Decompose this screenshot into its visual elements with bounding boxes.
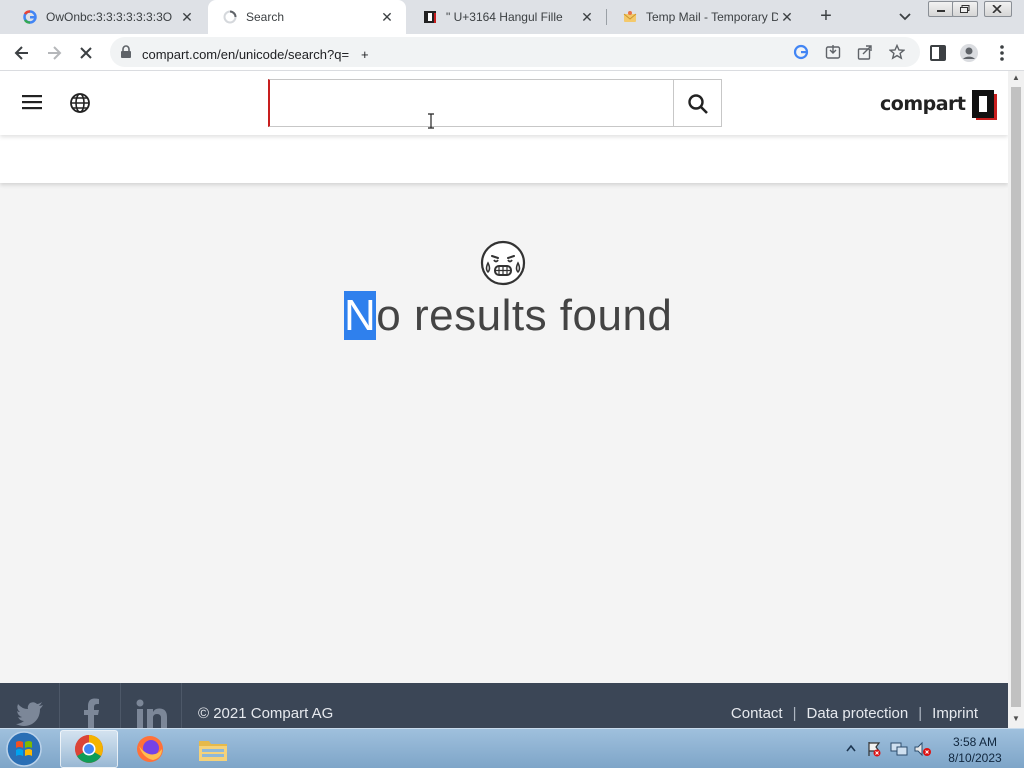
message-text: o results found — [376, 291, 673, 340]
new-tab-icon[interactable]: + — [816, 6, 836, 27]
volume-muted-icon[interactable] — [914, 741, 932, 757]
tab-title: OwOnbc:3:3:3:3:3:3:3O — [46, 10, 173, 24]
tab-strip: OwOnbc:3:3:3:3:3:3:3O ✕ Search ✕ " U+316… — [0, 0, 1024, 34]
footer-link-imprint[interactable]: Imprint — [932, 705, 978, 722]
tab-title: Temp Mail - Temporary D — [646, 10, 778, 24]
loading-spinner-icon — [222, 9, 238, 25]
search-icon — [688, 94, 708, 114]
google-icon — [22, 9, 38, 25]
scroll-down-icon[interactable]: ▼ — [1012, 714, 1020, 723]
mail-icon — [622, 9, 638, 25]
tab-close-icon[interactable]: ✕ — [378, 8, 396, 26]
no-results-message: No results found — [344, 291, 672, 341]
tab-google[interactable]: OwOnbc:3:3:3:3:3:3:3O ✕ — [8, 0, 206, 34]
install-app-icon[interactable] — [825, 44, 841, 60]
tab-temp-mail[interactable]: Temp Mail - Temporary D ✕ — [608, 0, 806, 34]
close-window-icon[interactable] — [984, 1, 1012, 17]
restore-icon[interactable] — [952, 1, 978, 17]
page-content: compart No results found © 2021 Compart … — [0, 71, 1008, 728]
copyright-text: © 2021 Compart AG — [198, 705, 334, 722]
tab-close-icon[interactable]: ✕ — [778, 8, 796, 26]
linkedin-link[interactable] — [122, 683, 182, 728]
twitter-link[interactable] — [0, 683, 60, 728]
clock-time: 3:58 AM — [952, 735, 998, 749]
folder-icon — [199, 741, 227, 761]
site-header: compart — [0, 71, 1008, 135]
footer-links: Contact | Data protection | Imprint — [731, 705, 978, 722]
taskbar-file-explorer[interactable] — [184, 730, 242, 768]
footer-link-data-protection[interactable]: Data protection — [807, 705, 909, 722]
tab-hangul-filler[interactable]: " U+3164 Hangul Fille ✕ — [408, 0, 606, 34]
unicode-search-input[interactable] — [268, 79, 674, 127]
start-button-icon[interactable] — [4, 730, 44, 768]
share-icon[interactable] — [857, 44, 873, 60]
minimize-icon[interactable] — [928, 1, 954, 17]
selected-text: N — [344, 291, 377, 340]
link-separator: | — [918, 705, 923, 722]
linkedin-icon — [136, 699, 167, 728]
taskbar-clock[interactable]: 3:58 AM 8/10/2023 — [940, 734, 1010, 766]
tab-separator — [606, 9, 607, 25]
logo-text: compart — [880, 93, 966, 115]
action-center-flag-icon[interactable] — [866, 741, 882, 757]
crying-face-icon — [480, 240, 526, 286]
network-icon[interactable] — [890, 741, 908, 757]
firefox-icon — [137, 736, 163, 762]
taskbar-chrome[interactable] — [60, 730, 118, 768]
compart-favicon-icon — [422, 9, 438, 25]
back-arrow-icon[interactable] — [12, 43, 32, 63]
tab-title: Search — [246, 10, 285, 24]
bookmark-star-icon[interactable] — [889, 44, 905, 60]
hamburger-menu-icon[interactable] — [22, 94, 42, 110]
tab-title: " U+3164 Hangul Fille — [446, 10, 563, 24]
profile-avatar-icon[interactable] — [959, 43, 979, 63]
side-panel-icon[interactable] — [928, 43, 948, 63]
tab-search-chevron-icon[interactable] — [897, 8, 913, 24]
address-bar[interactable]: compart.com/en/unicode/search?q=ㅤ+ — [110, 37, 920, 67]
tab-close-icon[interactable]: ✕ — [578, 8, 596, 26]
compart-logo[interactable]: compart — [880, 87, 998, 121]
facebook-icon — [83, 698, 99, 728]
google-lens-icon[interactable] — [793, 44, 809, 60]
link-separator: | — [792, 705, 797, 722]
facebook-link[interactable] — [61, 683, 121, 728]
browser-toolbar: compart.com/en/unicode/search?q=ㅤ+ — [0, 34, 1024, 71]
secondary-bar — [0, 135, 1008, 183]
show-hidden-icons-icon[interactable] — [846, 744, 856, 752]
chrome-icon — [75, 735, 103, 763]
forward-arrow-icon[interactable] — [44, 43, 64, 63]
taskbar-firefox[interactable] — [121, 730, 179, 768]
text-cursor-icon — [428, 113, 434, 129]
kebab-menu-icon[interactable] — [992, 43, 1012, 63]
tab-close-icon[interactable]: ✕ — [178, 8, 196, 26]
scroll-up-icon[interactable]: ▲ — [1012, 73, 1020, 82]
clock-date: 8/10/2023 — [948, 751, 1002, 765]
url-text: compart.com/en/unicode/search?q=ㅤ+ — [142, 47, 369, 62]
twitter-icon — [15, 702, 43, 726]
search-button[interactable] — [673, 79, 722, 127]
windows-taskbar: 3:58 AM 8/10/2023 — [0, 728, 1024, 768]
page-scrollbar[interactable]: ▲ ▼ — [1008, 71, 1024, 728]
scroll-thumb[interactable] — [1011, 87, 1021, 707]
footer-link-contact[interactable]: Contact — [731, 705, 783, 722]
stop-loading-icon[interactable] — [76, 43, 96, 63]
site-footer: © 2021 Compart AG Contact | Data protect… — [0, 683, 1008, 728]
lock-icon[interactable] — [120, 45, 132, 59]
globe-language-icon[interactable] — [69, 92, 91, 114]
compart-logo-mark-icon — [971, 90, 997, 120]
tab-search[interactable]: Search ✕ — [208, 0, 406, 34]
